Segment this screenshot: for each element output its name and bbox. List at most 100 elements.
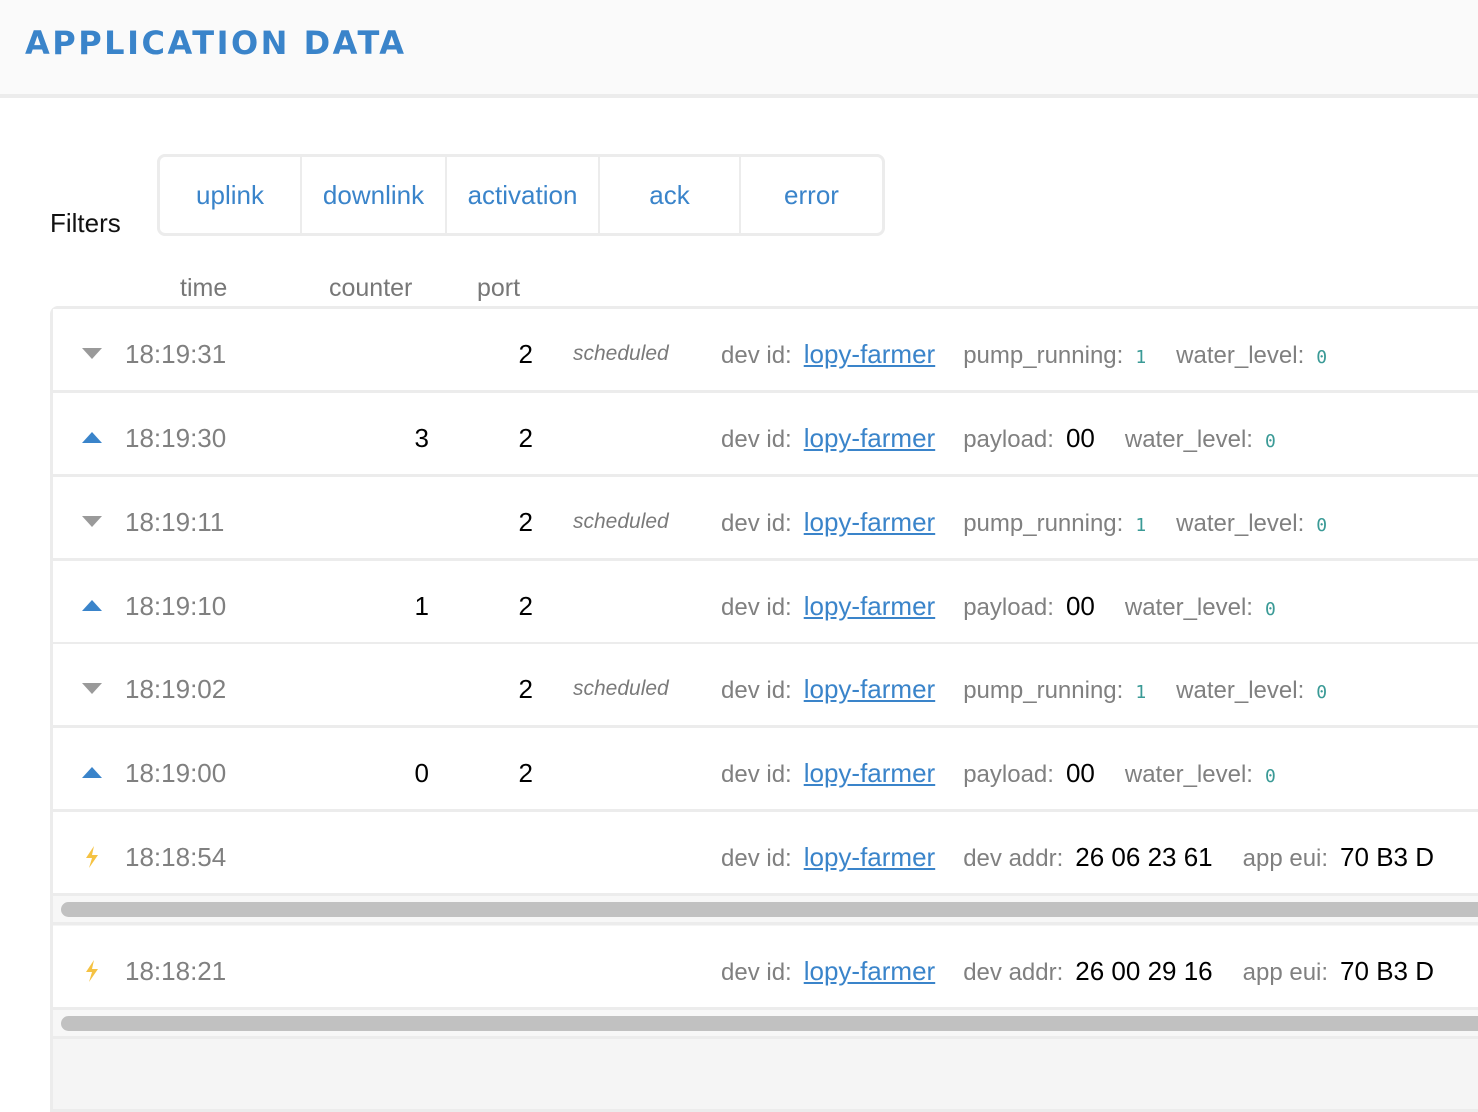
field-label-app-eui: app eui:	[1242, 959, 1329, 986]
filter-ack-button[interactable]: ack	[600, 157, 741, 233]
device-link[interactable]: lopy-farmer	[804, 507, 935, 538]
table-row[interactable]: 18:18:21 dev id: lopy-farmer dev addr: 26 00…	[53, 926, 1478, 1010]
field-label-water-level: water_level:	[1176, 342, 1305, 369]
table-row[interactable]: 18:19:30 3 2 dev id: lopy-farmer payload: 00 wa…	[53, 393, 1478, 477]
row-port: 2	[518, 339, 533, 369]
device-link[interactable]: lopy-farmer	[804, 591, 935, 622]
triangle-up-icon	[81, 762, 103, 784]
row-time: 18:18:21	[125, 956, 227, 986]
field-value-app-eui: 70 B3 D	[1340, 842, 1434, 872]
field-value-payload: 00	[1065, 758, 1095, 788]
table-row[interactable]: 18:19:00 0 2 dev id: lopy-farmer payload: 00 wa…	[53, 728, 1478, 812]
row-fields: dev id: lopy-farmer payload: 00 water_level:…	[721, 423, 1306, 454]
row-fields: dev id: lopy-farmer payload: 00 water_level:…	[721, 591, 1306, 622]
table-row[interactable]: 18:19:10 1 2 dev id: lopy-farmer payload: 00 wa…	[53, 561, 1478, 645]
table-row[interactable]: 18:19:11 2 scheduled dev id: lopy-farmer pump…	[53, 477, 1478, 561]
field-label-pump-running: pump_running:	[963, 510, 1124, 537]
row-time: 18:19:30	[125, 423, 227, 453]
table-row[interactable]: 18:18:54 dev id: lopy-farmer dev addr: 26 06…	[53, 812, 1478, 896]
field-label-payload: payload:	[963, 761, 1054, 788]
device-link[interactable]: lopy-farmer	[804, 339, 935, 370]
triangle-down-icon	[81, 343, 103, 365]
column-header-port[interactable]: port	[477, 274, 520, 303]
row-counter: 1	[414, 591, 429, 621]
field-label-dev-id: dev id:	[721, 761, 792, 788]
column-header-time[interactable]: time	[180, 274, 227, 303]
row-fields: dev id: lopy-farmer dev addr: 26 06 23 61 ap…	[721, 842, 1464, 873]
row-fields: dev id: lopy-farmer pump_running: 1 water_le…	[721, 507, 1357, 538]
field-value-payload: 00	[1065, 591, 1095, 621]
row-port: 2	[518, 507, 533, 537]
row-time: 18:19:02	[125, 674, 227, 704]
row-status: scheduled	[573, 342, 669, 365]
device-link[interactable]: lopy-farmer	[804, 956, 935, 987]
field-label-dev-id: dev id:	[721, 845, 792, 872]
field-label-pump-running: pump_running:	[963, 677, 1124, 704]
field-value-dev-addr: 26 06 23 61	[1075, 842, 1213, 872]
row-fields: dev id: lopy-farmer pump_running: 1 water_le…	[721, 339, 1357, 370]
row-fields: dev id: lopy-farmer payload: 00 water_level:…	[721, 758, 1306, 789]
row-status: scheduled	[573, 510, 669, 533]
field-value-water-level: 0	[1316, 515, 1328, 536]
filter-activation-button[interactable]: activation	[447, 157, 600, 233]
row-time: 18:19:00	[125, 758, 227, 788]
field-value-app-eui: 70 B3 D	[1340, 956, 1434, 986]
row-fields: dev id: lopy-farmer pump_running: 1 water_le…	[721, 674, 1357, 705]
row-status: scheduled	[573, 677, 669, 700]
triangle-up-icon	[81, 427, 103, 449]
field-label-water-level: water_level:	[1124, 594, 1253, 621]
device-link[interactable]: lopy-farmer	[804, 674, 935, 705]
row-time: 18:18:54	[125, 842, 227, 872]
field-label-dev-id: dev id:	[721, 510, 792, 537]
scrollbar-thumb[interactable]	[61, 902, 1478, 917]
horizontal-scrollbar[interactable]	[53, 1010, 1478, 1039]
row-time: 18:19:11	[125, 507, 225, 537]
field-label-app-eui: app eui:	[1242, 845, 1329, 872]
filter-downlink-button[interactable]: downlink	[302, 157, 447, 233]
row-port: 2	[518, 591, 533, 621]
lightning-icon	[81, 846, 103, 868]
field-value-payload: 00	[1065, 423, 1095, 453]
field-value-water-level: 0	[1316, 682, 1328, 703]
field-label-dev-id: dev id:	[721, 342, 792, 369]
triangle-down-icon	[81, 511, 103, 533]
row-port: 2	[518, 758, 533, 788]
device-link[interactable]: lopy-farmer	[804, 758, 935, 789]
filter-uplink-button[interactable]: uplink	[160, 157, 302, 233]
page-header: APPLICATION DATA	[0, 0, 1478, 98]
field-value-pump-running: 1	[1135, 515, 1147, 536]
field-label-dev-id: dev id:	[721, 959, 792, 986]
field-label-water-level: water_level:	[1176, 510, 1305, 537]
field-label-payload: payload:	[963, 594, 1054, 621]
field-value-water-level: 0	[1264, 599, 1276, 620]
row-time: 18:19:31	[125, 339, 227, 369]
scrollbar-thumb[interactable]	[61, 1016, 1478, 1031]
row-counter: 3	[414, 423, 429, 453]
page-title: APPLICATION DATA	[25, 24, 407, 62]
field-label-water-level: water_level:	[1124, 426, 1253, 453]
row-port: 2	[518, 674, 533, 704]
field-label-dev-id: dev id:	[721, 677, 792, 704]
field-label-water-level: water_level:	[1176, 677, 1305, 704]
field-value-water-level: 0	[1264, 431, 1276, 452]
field-value-pump-running: 1	[1135, 682, 1147, 703]
horizontal-scrollbar[interactable]	[53, 896, 1478, 925]
field-value-pump-running: 1	[1135, 347, 1147, 368]
device-link[interactable]: lopy-farmer	[804, 842, 935, 873]
row-time: 18:19:10	[125, 591, 227, 621]
column-header-counter[interactable]: counter	[329, 274, 412, 303]
device-link[interactable]: lopy-farmer	[804, 423, 935, 454]
table-row[interactable]: 18:19:02 2 scheduled dev id: lopy-farmer pump…	[53, 644, 1478, 728]
triangle-up-icon	[81, 595, 103, 617]
field-value-water-level: 0	[1264, 766, 1276, 787]
row-fields: dev id: lopy-farmer dev addr: 26 00 29 16 ap…	[721, 956, 1464, 987]
row-port: 2	[518, 423, 533, 453]
filter-error-button[interactable]: error	[741, 157, 882, 233]
triangle-down-icon	[81, 678, 103, 700]
field-label-pump-running: pump_running:	[963, 342, 1124, 369]
messages-table: 18:19:31 2 scheduled dev id: lopy-farmer pump…	[50, 306, 1478, 1112]
table-row[interactable]: 18:19:31 2 scheduled dev id: lopy-farmer pump…	[53, 309, 1478, 393]
lightning-icon	[81, 960, 103, 982]
field-value-water-level: 0	[1316, 347, 1328, 368]
field-value-dev-addr: 26 00 29 16	[1075, 956, 1213, 986]
